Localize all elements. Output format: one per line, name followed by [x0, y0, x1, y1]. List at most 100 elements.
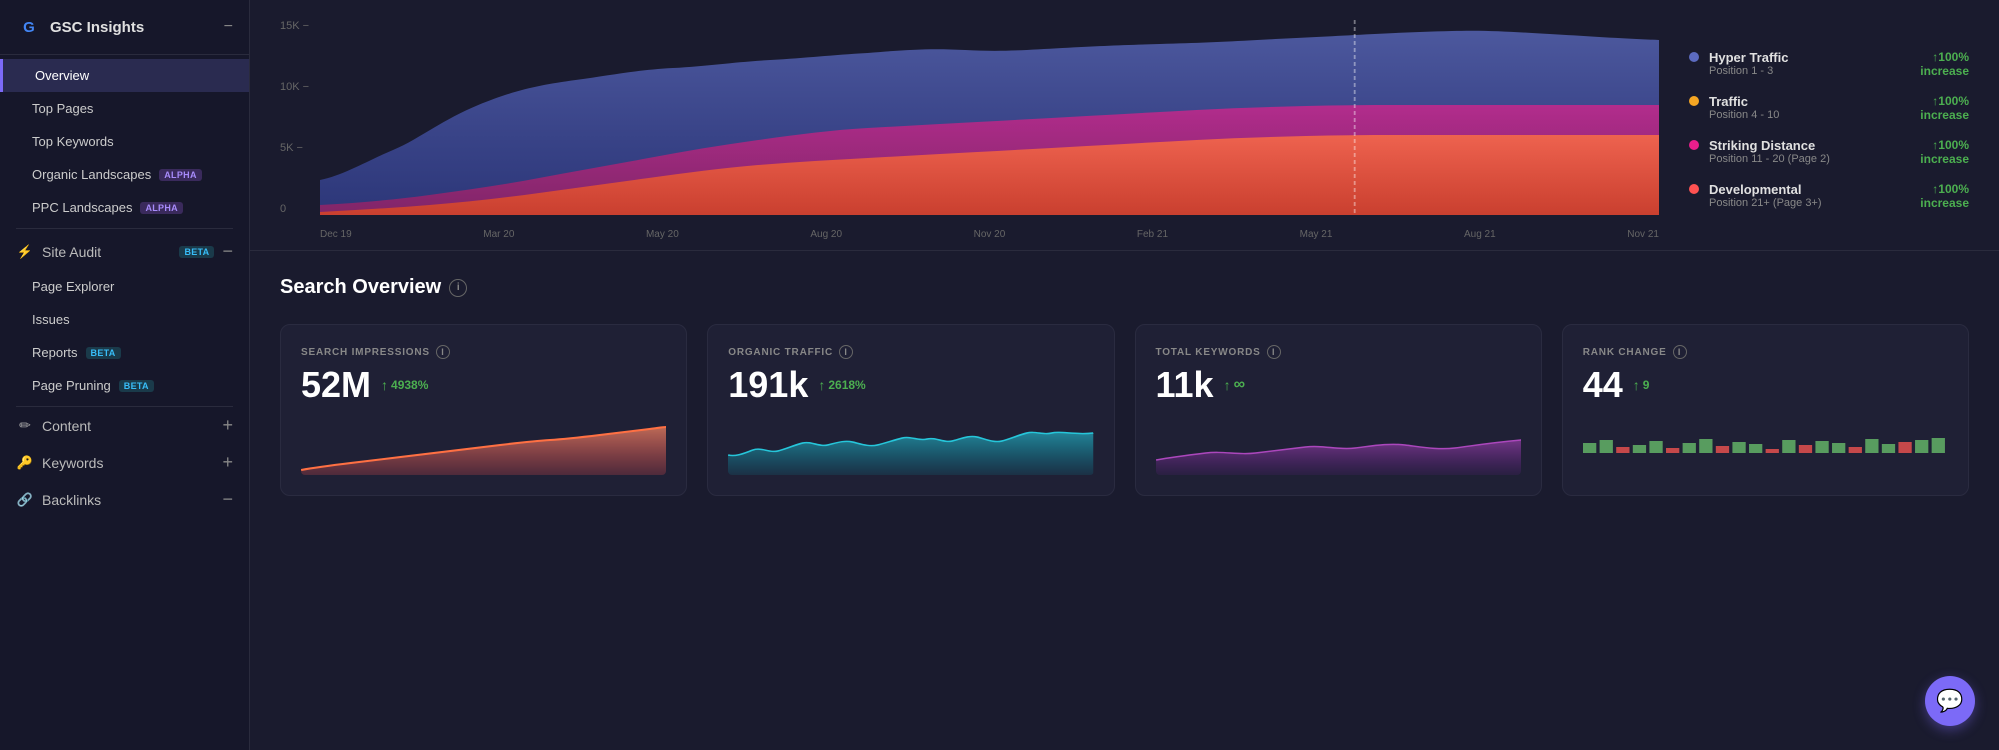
sidebar-section-header-site-audit[interactable]: ⚡ Site Audit Beta − — [0, 233, 249, 270]
content-expand[interactable]: + — [222, 415, 233, 436]
sidebar-section-header-content[interactable]: ✏ Content + — [0, 407, 249, 444]
metric-label-organic-traffic: ORGANIC TRAFFIC i — [728, 345, 1093, 359]
sidebar-item-page-explorer[interactable]: Page Explorer — [0, 270, 249, 303]
organic-traffic-info-icon[interactable]: i — [839, 345, 853, 359]
x-label-may21: May 21 — [1300, 229, 1333, 240]
keywords-icon: 🔑 — [16, 454, 34, 472]
chart-svg-container — [320, 20, 1659, 215]
y-label-15k: 15K − — [280, 20, 309, 32]
beta-badge-page-pruning: Beta — [119, 380, 154, 392]
metric-value-impressions: 52M — [301, 367, 371, 403]
sidebar-section-header-keywords[interactable]: 🔑 Keywords + — [0, 444, 249, 481]
legend-content-hyper-traffic: Hyper Traffic Position 1 - 3 — [1709, 50, 1910, 77]
arrow-up-impressions: ↑ — [381, 377, 388, 393]
chart-area: 15K − 10K − 5K − 0 — [280, 20, 1659, 240]
metric-value-rank: 44 — [1583, 367, 1623, 403]
chat-icon: 💬 — [1936, 688, 1963, 714]
search-impressions-info-icon[interactable]: i — [436, 345, 450, 359]
arrow-up-rank: ↑ — [1633, 377, 1640, 393]
legend-change-label-developmental: increase — [1920, 196, 1969, 210]
metric-card-rank-change: RANK CHANGE i 44 ↑ 9 — [1562, 324, 1969, 496]
legend-change-value-striking-distance: ↑100% — [1920, 138, 1969, 152]
metric-change-keywords: ↑ ∞ — [1224, 376, 1245, 394]
legend-change-label-striking-distance: increase — [1920, 152, 1969, 166]
legend-label-hyper-traffic: Hyper Traffic — [1709, 50, 1910, 65]
legend-subtitle-traffic: Position 4 - 10 — [1709, 109, 1910, 121]
search-overview-title: Search Overview i — [280, 276, 1969, 299]
sidebar-item-top-pages[interactable]: Top Pages — [0, 92, 249, 125]
sidebar-item-organic-landscapes[interactable]: Organic Landscapes Alpha — [0, 158, 249, 191]
search-overview-title-text: Search Overview — [280, 276, 441, 299]
keywords-expand[interactable]: + — [222, 452, 233, 473]
metric-change-impressions: ↑ 4938% — [381, 377, 428, 393]
sidebar-item-ppc-landscapes[interactable]: PPC Landscapes Alpha — [0, 191, 249, 224]
x-label-aug21: Aug 21 — [1464, 229, 1496, 240]
metric-change-traffic: ↑ 2618% — [818, 377, 865, 393]
sidebar-section-header-backlinks[interactable]: 🔗 Backlinks − — [0, 481, 249, 518]
x-label-mar20: Mar 20 — [483, 229, 514, 240]
metric-value-row-rank: 44 ↑ 9 — [1583, 367, 1948, 403]
metric-card-total-keywords: TOTAL KEYWORDS i 11k ↑ ∞ — [1135, 324, 1542, 496]
change-value-rank: 9 — [1643, 378, 1650, 392]
chat-button[interactable]: 💬 — [1925, 676, 1975, 726]
lightning-icon: ⚡ — [16, 243, 34, 261]
legend-subtitle-developmental: Position 21+ (Page 3+) — [1709, 197, 1910, 209]
legend-change-value-traffic: ↑100% — [1920, 94, 1969, 108]
mini-chart-traffic — [728, 415, 1093, 475]
app-title: GSC Insights — [50, 19, 216, 36]
sidebar-item-top-keywords[interactable]: Top Keywords — [0, 125, 249, 158]
chart-section: 15K − 10K − 5K − 0 — [250, 0, 1999, 251]
sidebar-collapse-button[interactable]: − — [224, 18, 233, 36]
legend-dot-traffic — [1689, 96, 1699, 106]
site-audit-collapse[interactable]: − — [222, 241, 233, 262]
legend-change-striking-distance: ↑100% increase — [1920, 138, 1969, 166]
legend-content-developmental: Developmental Position 21+ (Page 3+) — [1709, 182, 1910, 209]
legend-change-hyper-traffic: ↑100% increase — [1920, 50, 1969, 78]
sidebar-item-reports[interactable]: Reports Beta — [0, 336, 249, 369]
legend-change-value-hyper-traffic: ↑100% — [1920, 50, 1969, 64]
legend-change-label-hyper-traffic: increase — [1920, 64, 1969, 78]
x-label-aug20: Aug 20 — [810, 229, 842, 240]
legend-content-traffic: Traffic Position 4 - 10 — [1709, 94, 1910, 121]
x-label-may20: May 20 — [646, 229, 679, 240]
main-content: 15K − 10K − 5K − 0 — [250, 0, 1999, 750]
metric-card-search-impressions: SEARCH IMPRESSIONS i 52M ↑ 4938% — [280, 324, 687, 496]
chart-x-labels: Dec 19 Mar 20 May 20 Aug 20 Nov 20 Feb 2… — [320, 229, 1659, 240]
metric-card-organic-traffic: ORGANIC TRAFFIC i 191k ↑ 2618% — [707, 324, 1114, 496]
mini-chart-keywords — [1156, 415, 1521, 475]
legend-item-hyper-traffic: Hyper Traffic Position 1 - 3 ↑100% incre… — [1689, 50, 1969, 78]
metric-value-traffic: 191k — [728, 367, 808, 403]
legend-content-striking-distance: Striking Distance Position 11 - 20 (Page… — [1709, 138, 1910, 165]
arrow-up-keywords: ↑ — [1224, 377, 1231, 393]
search-overview-info-icon[interactable]: i — [449, 279, 467, 297]
main-content-area: 15K − 10K − 5K − 0 — [250, 0, 1999, 750]
rank-change-info-icon[interactable]: i — [1673, 345, 1687, 359]
sidebar-item-overview[interactable]: Overview — [0, 59, 249, 92]
legend-subtitle-striking-distance: Position 11 - 20 (Page 2) — [1709, 153, 1910, 165]
alpha-badge-organic: Alpha — [159, 169, 202, 181]
total-keywords-info-icon[interactable]: i — [1267, 345, 1281, 359]
x-label-nov21: Nov 21 — [1627, 229, 1659, 240]
sidebar-item-page-pruning[interactable]: Page Pruning Beta — [0, 369, 249, 402]
sidebar-item-issues[interactable]: Issues — [0, 303, 249, 336]
sidebar: G GSC Insights − Overview Top Pages Top … — [0, 0, 250, 750]
x-label-dec19: Dec 19 — [320, 229, 352, 240]
metric-value-keywords: 11k — [1156, 367, 1214, 403]
search-overview-section: Search Overview i SEARCH IMPRESSIONS i 5… — [250, 251, 1999, 516]
backlinks-icon: 🔗 — [16, 491, 34, 509]
legend-item-developmental: Developmental Position 21+ (Page 3+) ↑10… — [1689, 182, 1969, 210]
beta-badge-reports: Beta — [86, 347, 121, 359]
mini-chart-rank — [1583, 415, 1948, 475]
content-icon: ✏ — [16, 417, 34, 435]
traffic-chart: 15K − 10K − 5K − 0 — [280, 20, 1659, 240]
change-infinity-keywords: ∞ — [1234, 376, 1245, 394]
y-label-10k: 10K − — [280, 81, 309, 93]
backlinks-collapse[interactable]: − — [222, 489, 233, 510]
traffic-chart-svg — [320, 20, 1659, 215]
legend-change-developmental: ↑100% increase — [1920, 182, 1969, 210]
legend-dot-developmental — [1689, 184, 1699, 194]
chart-y-labels: 15K − 10K − 5K − 0 — [280, 20, 317, 215]
metric-label-search-impressions: SEARCH IMPRESSIONS i — [301, 345, 666, 359]
legend-change-label-traffic: increase — [1920, 108, 1969, 122]
y-label-0: 0 — [280, 203, 309, 215]
